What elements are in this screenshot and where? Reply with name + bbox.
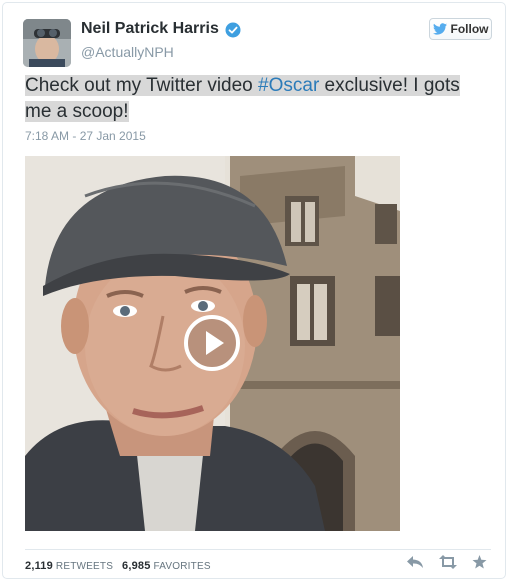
follow-button-label: Follow xyxy=(450,22,489,36)
tweet-text: Check out my Twitter video #Oscar exclus… xyxy=(25,73,491,125)
tweet-timestamp[interactable]: 7:18 AM - 27 Jan 2015 xyxy=(25,129,146,143)
verified-badge-icon xyxy=(225,22,241,38)
tweet-stats: 2,119 RETWEETS 6,985 FAVORITES xyxy=(25,560,211,572)
reply-icon[interactable] xyxy=(406,555,424,569)
tweet-actions xyxy=(406,555,487,569)
star-icon[interactable] xyxy=(472,555,487,569)
play-icon[interactable] xyxy=(183,314,241,372)
follow-button[interactable]: Follow xyxy=(429,18,492,40)
tweet-card: Neil Patrick Harris @ActuallyNPH Follow … xyxy=(2,2,506,579)
divider xyxy=(25,549,491,550)
user-handle[interactable]: @ActuallyNPH xyxy=(81,44,174,60)
favorites-count[interactable]: 6,985 xyxy=(122,560,151,572)
display-name[interactable]: Neil Patrick Harris xyxy=(81,20,219,38)
tweet-text-before: Check out my Twitter video xyxy=(25,75,259,96)
favorites-label[interactable]: FAVORITES xyxy=(154,561,211,572)
hashtag-link[interactable]: #Oscar xyxy=(258,75,319,96)
retweet-icon[interactable] xyxy=(438,555,458,569)
retweets-label[interactable]: RETWEETS xyxy=(56,561,113,572)
twitter-bird-icon xyxy=(432,23,447,35)
video-player[interactable] xyxy=(25,156,400,531)
retweets-count[interactable]: 2,119 xyxy=(25,560,53,572)
avatar[interactable] xyxy=(23,19,71,67)
